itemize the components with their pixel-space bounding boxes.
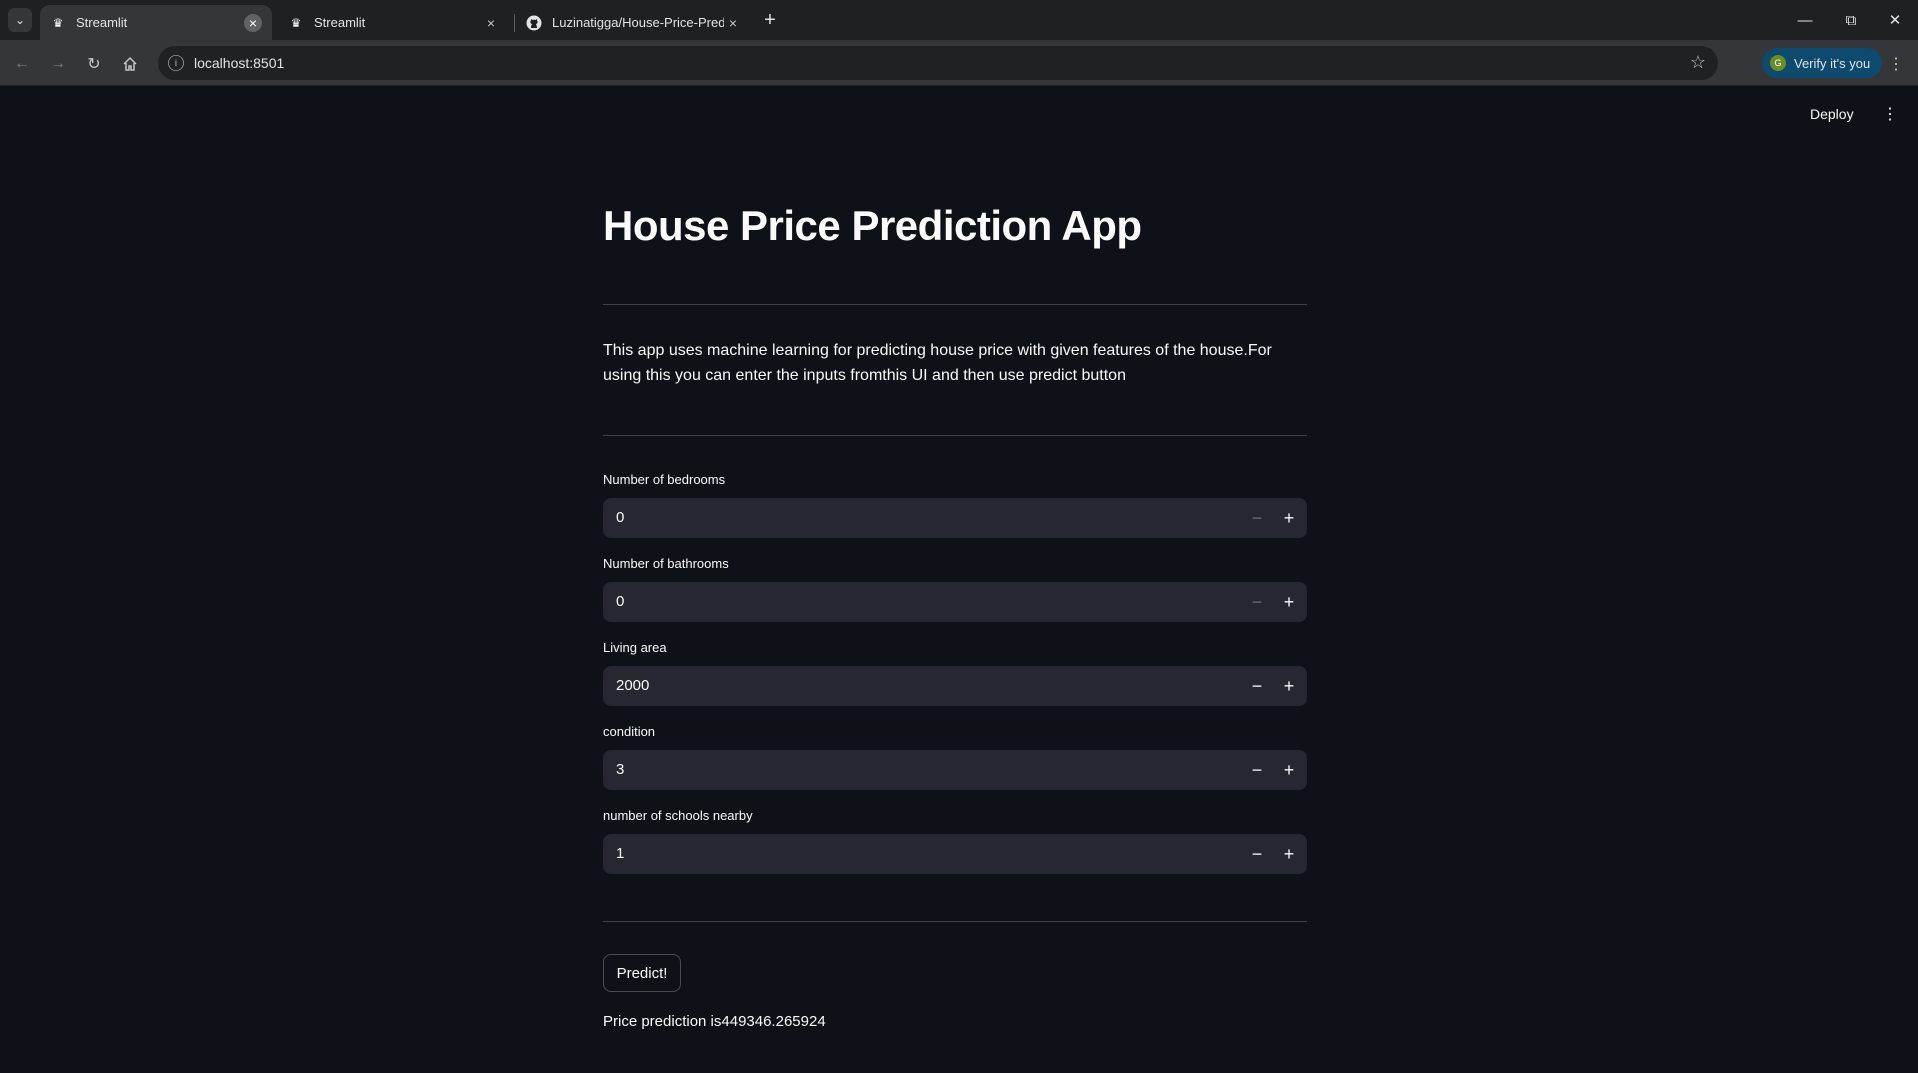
verify-label: Verify it's you bbox=[1794, 55, 1871, 71]
restore-icon[interactable]: ⧉ bbox=[1828, 0, 1874, 40]
tab-title: Streamlit bbox=[314, 15, 366, 30]
tab-separator bbox=[514, 14, 515, 32]
github-icon bbox=[526, 15, 542, 31]
url-text[interactable]: localhost:8501 bbox=[194, 55, 284, 71]
increment-icon[interactable]: + bbox=[1275, 672, 1303, 700]
decrement-icon[interactable]: − bbox=[1243, 672, 1271, 700]
increment-icon[interactable]: + bbox=[1275, 840, 1303, 868]
bathrooms-value[interactable]: 0 bbox=[616, 593, 624, 610]
decrement-icon[interactable]: − bbox=[1243, 840, 1271, 868]
decrement-icon[interactable]: − bbox=[1243, 588, 1271, 616]
forward-arrow-icon[interactable]: → bbox=[44, 50, 72, 78]
prediction-result: Price prediction is449346.265924 bbox=[603, 1013, 826, 1030]
reload-icon[interactable]: ↻ bbox=[80, 50, 108, 78]
increment-icon[interactable]: + bbox=[1275, 504, 1303, 532]
browser-tab-3[interactable]: Luzinatigga/House-Price-Predic × bbox=[516, 5, 752, 40]
home-icon[interactable] bbox=[116, 50, 144, 78]
living-area-number-input[interactable]: 2000 − + bbox=[603, 666, 1307, 706]
divider bbox=[603, 435, 1307, 436]
decrement-icon[interactable]: − bbox=[1243, 504, 1271, 532]
living-area-value[interactable]: 2000 bbox=[616, 677, 649, 694]
site-info-icon[interactable]: i bbox=[168, 55, 184, 71]
tab-title: Streamlit bbox=[76, 15, 128, 30]
bookmark-star-icon[interactable]: ☆ bbox=[1690, 52, 1706, 73]
bedrooms-label: Number of bedrooms bbox=[603, 472, 726, 487]
living-area-label: Living area bbox=[603, 640, 667, 655]
tab-search-chevron-icon[interactable]: ⌄ bbox=[8, 8, 32, 32]
divider bbox=[603, 921, 1307, 922]
profile-avatar: G bbox=[1770, 55, 1786, 71]
predict-button[interactable]: Predict! bbox=[603, 954, 681, 992]
schools-value[interactable]: 1 bbox=[616, 845, 624, 862]
schools-label: number of schools nearby bbox=[603, 808, 753, 823]
increment-icon[interactable]: + bbox=[1275, 756, 1303, 784]
back-arrow-icon[interactable]: ← bbox=[8, 50, 36, 78]
condition-label: condition bbox=[603, 724, 656, 739]
streamlit-crown-icon: ♛ bbox=[52, 15, 64, 30]
main-menu-icon[interactable]: ⋮ bbox=[1882, 104, 1898, 124]
deploy-button[interactable]: Deploy bbox=[1810, 106, 1854, 122]
address-bar[interactable]: i localhost:8501 ☆ bbox=[158, 46, 1718, 80]
divider bbox=[603, 304, 1307, 305]
browser-menu-icon[interactable]: ⋮ bbox=[1888, 54, 1904, 74]
bathrooms-number-input[interactable]: 0 − + bbox=[603, 582, 1307, 622]
condition-number-input[interactable]: 3 − + bbox=[603, 750, 1307, 790]
schools-number-input[interactable]: 1 − + bbox=[603, 834, 1307, 874]
browser-toolbar: ← → ↻ i localhost:8501 ☆ G Verify it's y… bbox=[0, 40, 1918, 86]
bedrooms-value[interactable]: 0 bbox=[616, 509, 624, 526]
bathrooms-label: Number of bathrooms bbox=[603, 556, 729, 571]
close-tab-icon[interactable]: × bbox=[244, 13, 262, 32]
browser-tab-bar: ⌄ ♛ Streamlit × ♛ Streamlit × Luzinatigg… bbox=[0, 0, 1918, 40]
browser-tab-1[interactable]: ♛ Streamlit × bbox=[40, 5, 272, 40]
page-title: House Price Prediction App bbox=[603, 202, 1142, 249]
browser-tab-2[interactable]: ♛ Streamlit × bbox=[278, 5, 510, 40]
decrement-icon[interactable]: − bbox=[1243, 756, 1271, 784]
close-tab-icon[interactable]: × bbox=[724, 14, 742, 32]
bedrooms-number-input[interactable]: 0 − + bbox=[603, 498, 1307, 538]
minimize-icon[interactable]: — bbox=[1782, 0, 1828, 40]
condition-value[interactable]: 3 bbox=[616, 761, 624, 778]
tab-title: Luzinatigga/House-Price-Predic bbox=[552, 15, 724, 30]
streamlit-crown-icon: ♛ bbox=[290, 15, 302, 30]
new-tab-plus-icon[interactable]: + bbox=[758, 8, 782, 32]
close-tab-icon[interactable]: × bbox=[482, 14, 500, 32]
app-description: This app uses machine learning for predi… bbox=[603, 342, 1272, 384]
window-close-icon[interactable]: ✕ bbox=[1872, 0, 1918, 40]
verify-profile-button[interactable]: G Verify it's you bbox=[1762, 48, 1883, 78]
increment-icon[interactable]: + bbox=[1275, 588, 1303, 616]
